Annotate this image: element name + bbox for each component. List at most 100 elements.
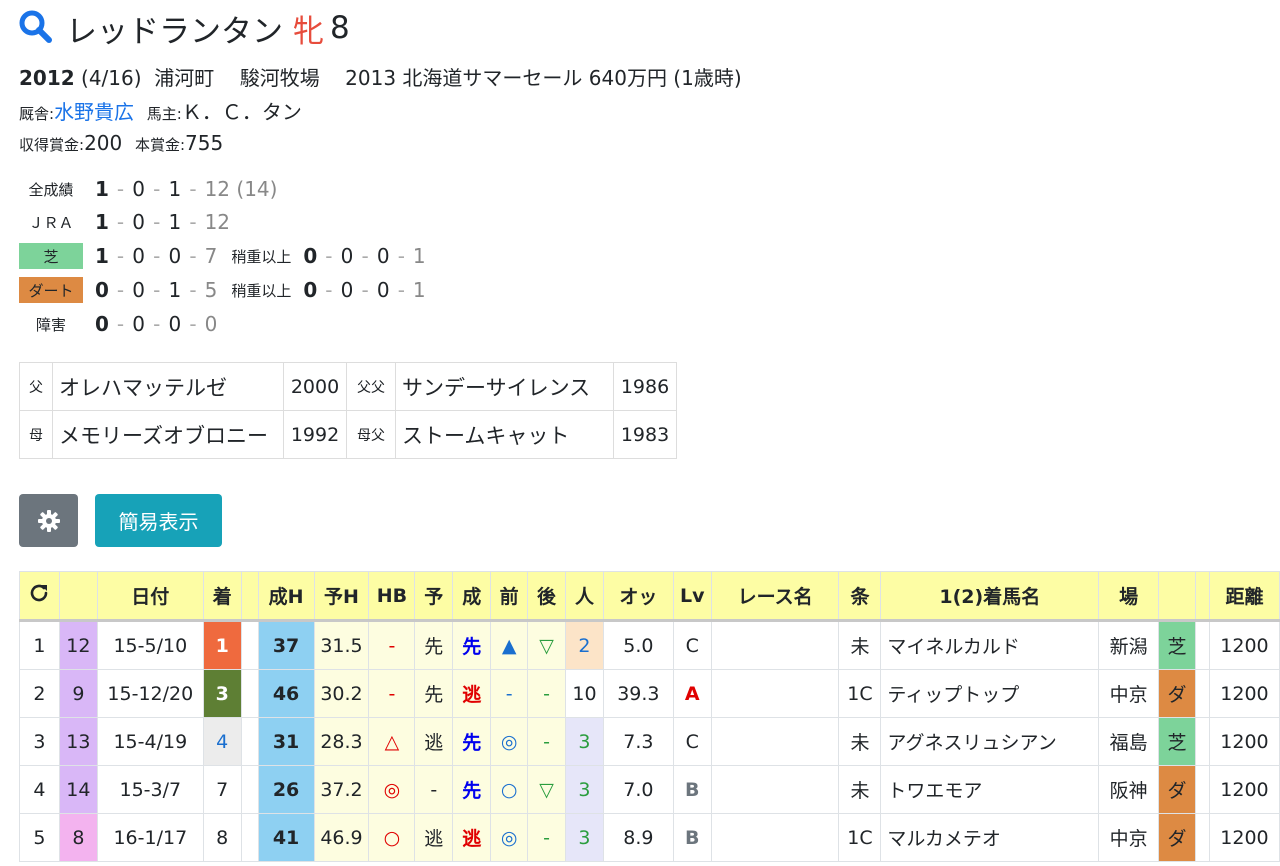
search-icon[interactable] [18, 9, 52, 47]
yo-style: - [414, 765, 454, 814]
table-row[interactable]: 2 9 15-12/20 3 46 30.2 - 先 逃 - - 10 39.3… [19, 669, 1280, 718]
dam-sire-label: 母父 [346, 410, 396, 459]
col-odds[interactable]: オッ [602, 571, 674, 622]
race-name[interactable] [710, 765, 840, 814]
popularity: 2 [564, 620, 604, 670]
distance: 1200 [1208, 669, 1280, 718]
seih-value: 41 [257, 813, 315, 862]
birth-date: (4/16) [81, 66, 142, 90]
mae-mark: ○ [490, 765, 529, 814]
horse-sex: 牝 [293, 13, 324, 50]
col-place[interactable]: 場 [1098, 571, 1160, 622]
level: C [672, 620, 712, 670]
gate-number: 9 [58, 669, 98, 718]
table-row[interactable]: 5 8 16-1/17 8 41 46.9 ○ 逃 逃 ◎ - 3 8.9 B … [19, 813, 1280, 862]
record-seconds: 0 [132, 177, 145, 201]
odds: 39.3 [602, 669, 674, 718]
results-table: 日付 着 成H 予H HB 予 成 前 後 人 オッ Lv レース名 条 1(2… [19, 571, 1280, 862]
finish-position: 3 [202, 669, 242, 718]
col-ato[interactable]: 後 [527, 571, 566, 622]
yoh-value: 28.3 [313, 717, 370, 766]
winner-name[interactable]: マルカメテオ [880, 813, 1100, 862]
distance: 1200 [1208, 717, 1280, 766]
yo-style: 逃 [414, 813, 454, 862]
earned-label: 収得賞金: [19, 136, 85, 154]
heavy-seconds: 0 [340, 244, 354, 268]
record-label: 全成績 [28, 180, 74, 199]
col-distance[interactable]: 距離 [1208, 571, 1280, 622]
sei-style: 先 [452, 717, 492, 766]
distance: 1200 [1208, 813, 1280, 862]
owner-label: 馬主: [146, 105, 182, 123]
sire-sire-name: サンデーサイレンス [395, 362, 614, 411]
race-name[interactable] [710, 620, 840, 670]
ato-mark: - [527, 813, 566, 862]
race-name[interactable] [710, 813, 840, 862]
winner-name[interactable]: ティップトップ [880, 669, 1100, 718]
sei-style: 逃 [452, 813, 492, 862]
record-seconds: 0 [132, 210, 145, 234]
col-mae[interactable]: 前 [490, 571, 529, 622]
yoh-value: 37.2 [313, 765, 370, 814]
race-date: 15-4/19 [96, 717, 204, 766]
race-place: 新潟 [1098, 620, 1160, 670]
race-name[interactable] [710, 717, 840, 766]
race-name[interactable] [710, 669, 840, 718]
col-surface [1158, 571, 1196, 622]
record-wins: 1 [95, 210, 109, 234]
winner-name[interactable]: マイネルカルド [880, 620, 1100, 670]
table-row[interactable]: 1 12 15-5/10 1 37 31.5 - 先 先 ▲ ▽ 2 5.0 C… [19, 620, 1280, 670]
earned-value: 200 [84, 131, 123, 155]
gate-number: 13 [58, 717, 98, 766]
col-condition[interactable]: 条 [838, 571, 882, 622]
table-row[interactable]: 4 14 15-3/7 7 26 37.2 ◎ - 先 ○ ▽ 3 7.0 B … [19, 765, 1280, 814]
dam-sire-name: ストームキャット [395, 410, 614, 459]
distance: 1200 [1208, 620, 1280, 670]
settings-button[interactable] [19, 494, 78, 547]
level: B [672, 813, 712, 862]
finish-position: 7 [202, 765, 242, 814]
race-date: 16-1/17 [96, 813, 204, 862]
seih-value: 31 [257, 717, 315, 766]
col-finish[interactable]: 着 [202, 571, 242, 622]
col-yoh[interactable]: 予H [313, 571, 370, 622]
hb-mark: - [368, 620, 416, 670]
hb-mark: ○ [368, 813, 416, 862]
table-row[interactable]: 3 13 15-4/19 4 31 28.3 △ 逃 先 ◎ - 3 7.3 C… [19, 717, 1280, 766]
birth-info: 2012 (4/16) 浦河町 駿河牧場 2013 北海道サマーセール 640万… [19, 62, 742, 91]
yoh-value: 30.2 [313, 669, 370, 718]
sei-style: 先 [452, 765, 492, 814]
record-seconds: 0 [132, 244, 145, 268]
simple-view-button[interactable]: 簡易表示 [95, 494, 222, 547]
col-yo[interactable]: 予 [414, 571, 454, 622]
col-seih[interactable]: 成H [257, 571, 315, 622]
surface-badge: ダ [1158, 669, 1196, 718]
mae-mark: - [490, 669, 529, 718]
trainer-link[interactable]: 水野貴広 [54, 100, 134, 124]
dirt-badge: ダート [19, 277, 83, 303]
record-thirds: 0 [168, 244, 182, 268]
col-popularity[interactable]: 人 [564, 571, 604, 622]
level: A [672, 669, 712, 718]
sire-sire-year: 1986 [613, 362, 677, 411]
record-hurdle: 障害 0- 0- 0- 0 [19, 309, 217, 339]
race-condition: 未 [838, 620, 882, 670]
level: C [672, 717, 712, 766]
col-sei[interactable]: 成 [452, 571, 492, 622]
winner-name[interactable]: トワエモア [880, 765, 1100, 814]
record-turf: 芝 1- 0- 0- 7 稍重以上 0- 0- 0- 1 [19, 241, 426, 271]
race-place: 中京 [1098, 669, 1160, 718]
turf-badge: 芝 [19, 243, 83, 269]
record-wins: 0 [95, 278, 109, 302]
col-lv[interactable]: Lv [672, 571, 712, 622]
odds: 5.0 [602, 620, 674, 670]
col-blank2 [1195, 571, 1210, 622]
col-winner[interactable]: 1(2)着馬名 [880, 571, 1100, 622]
col-race-name[interactable]: レース名 [710, 571, 840, 622]
race-place: 阪神 [1098, 765, 1160, 814]
col-date[interactable]: 日付 [96, 571, 204, 622]
winner-name[interactable]: アグネスリュシアン [880, 717, 1100, 766]
col-hb[interactable]: HB [368, 571, 416, 622]
finish-position: 8 [202, 813, 242, 862]
refresh-button[interactable] [19, 571, 60, 622]
